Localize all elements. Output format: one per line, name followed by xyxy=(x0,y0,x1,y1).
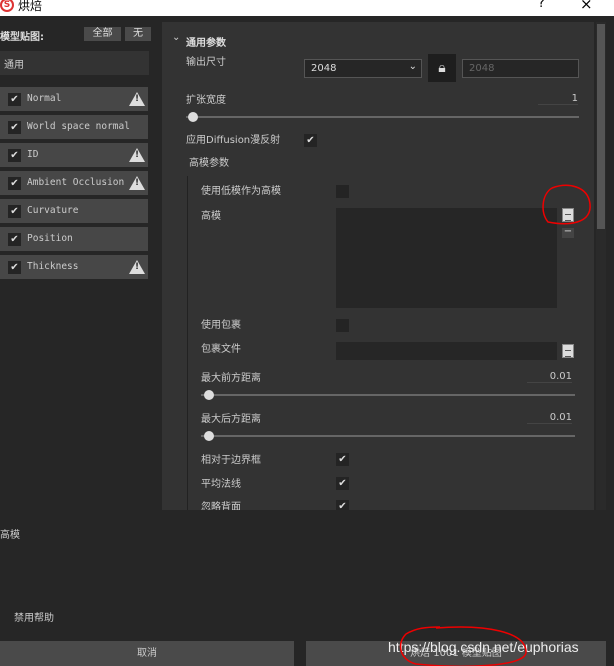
relative-bbox-label: 相对于边界框 xyxy=(201,455,261,466)
window-title: 烘焙 xyxy=(18,0,43,13)
map-item-normal[interactable]: ✔ Normal ! xyxy=(0,87,148,111)
max-rear-slider[interactable] xyxy=(201,435,575,437)
output-size-locked-field: 2048 xyxy=(462,59,579,78)
map-checkbox[interactable]: ✔ xyxy=(8,93,21,106)
dilation-slider-handle[interactable] xyxy=(188,112,198,122)
dilation-label: 扩张宽度 xyxy=(186,95,226,106)
warning-icon: ! xyxy=(129,260,145,274)
collapse-chevron-icon[interactable]: ⌄ xyxy=(172,32,180,43)
output-size-locked-value: 2048 xyxy=(469,63,495,74)
map-item-curvature[interactable]: ✔ Curvature xyxy=(0,199,148,223)
map-label: Position xyxy=(27,233,73,244)
red-annotation-circle xyxy=(399,626,527,666)
close-button[interactable]: × xyxy=(580,0,593,13)
max-front-slider-handle[interactable] xyxy=(204,390,214,400)
map-label: Thickness xyxy=(27,261,79,272)
cancel-button[interactable]: 取消 xyxy=(0,641,294,666)
dilation-value[interactable]: 1 xyxy=(538,93,578,105)
map-checkbox[interactable]: ✔ xyxy=(8,121,21,134)
dilation-slider[interactable] xyxy=(186,116,579,118)
cage-file-field[interactable] xyxy=(336,342,557,360)
map-checkbox[interactable]: ✔ xyxy=(8,177,21,190)
group-divider xyxy=(187,176,188,510)
lock-icon[interactable]: 🔒︎ xyxy=(428,54,456,82)
map-checkbox[interactable]: ✔ xyxy=(8,205,21,218)
map-item-position[interactable]: ✔ Position xyxy=(0,227,148,251)
use-low-as-high-checkbox[interactable] xyxy=(336,185,349,198)
map-label: ID xyxy=(27,149,39,160)
output-size-label: 输出尺寸 xyxy=(186,57,226,68)
model-maps-heading: 模型贴图: xyxy=(0,32,44,43)
app-logo-icon: S xyxy=(0,0,14,12)
highpoly-params-heading: 高模参数 xyxy=(189,158,229,169)
map-label: Normal xyxy=(27,93,62,104)
select-none-button[interactable]: 无 xyxy=(125,27,151,41)
map-checkbox[interactable]: ✔ xyxy=(8,261,21,274)
cage-file-browse-icon[interactable] xyxy=(562,344,574,358)
scrollbar[interactable] xyxy=(596,22,606,510)
warning-icon: ! xyxy=(129,148,145,162)
chevron-down-icon: ⌄ xyxy=(408,61,417,72)
cage-file-label: 包裹文件 xyxy=(201,344,241,355)
diffusion-label: 应用Diffusion漫反射 xyxy=(186,135,281,146)
map-item-world-space-normal[interactable]: ✔ World space normal xyxy=(0,115,148,139)
use-low-as-high-label: 使用低模作为高模 xyxy=(201,186,281,197)
max-front-label: 最大前方距离 xyxy=(201,373,261,384)
highpoly-file-list[interactable] xyxy=(336,208,557,308)
output-size-value: 2048 xyxy=(311,63,337,74)
select-all-button[interactable]: 全部 xyxy=(84,27,121,41)
map-item-id[interactable]: ✔ ID ! xyxy=(0,143,148,167)
group-label: 通用 xyxy=(4,60,24,71)
average-normals-checkbox[interactable]: ✔ xyxy=(336,477,349,490)
output-size-select[interactable]: 2048 ⌄ xyxy=(304,59,422,78)
section-common-params[interactable]: 通用参数 xyxy=(186,34,226,49)
max-front-slider[interactable] xyxy=(201,394,575,396)
map-checkbox[interactable]: ✔ xyxy=(8,233,21,246)
group-common[interactable]: 通用 xyxy=(0,51,149,75)
map-label: World space normal xyxy=(27,121,130,132)
ignore-backface-checkbox[interactable]: ✔ xyxy=(336,500,349,510)
map-label: Ambient Occlusion xyxy=(27,177,125,188)
help-title: 高模 xyxy=(0,530,20,541)
max-rear-label: 最大后方距离 xyxy=(201,414,261,425)
ignore-backface-label: 忽略背面 xyxy=(201,502,241,510)
max-rear-value[interactable]: 0.01 xyxy=(527,412,572,424)
red-annotation-circle xyxy=(542,184,591,225)
clipped-row: 忽略背面 ✔ xyxy=(162,497,594,510)
diffusion-checkbox[interactable]: ✔ xyxy=(304,134,317,147)
warning-icon: ! xyxy=(129,92,145,106)
disable-help-toggle[interactable]: 禁用帮助 xyxy=(14,609,54,624)
highpoly-label: 高模 xyxy=(201,211,221,222)
max-rear-slider-handle[interactable] xyxy=(204,431,214,441)
use-cage-label: 使用包裹 xyxy=(201,320,241,331)
max-front-value[interactable]: 0.01 xyxy=(527,371,572,383)
relative-bbox-checkbox[interactable]: ✔ xyxy=(336,453,349,466)
map-item-thickness[interactable]: ✔ Thickness ! xyxy=(0,255,148,279)
use-cage-checkbox[interactable] xyxy=(336,319,349,332)
warning-icon: ! xyxy=(129,176,145,190)
map-checkbox[interactable]: ✔ xyxy=(8,149,21,162)
help-button[interactable]: ? xyxy=(538,0,545,11)
map-label: Curvature xyxy=(27,205,79,216)
scrollbar-thumb[interactable] xyxy=(597,24,605,229)
title-bar: S 烘焙 ? × xyxy=(0,0,614,16)
average-normals-label: 平均法线 xyxy=(201,479,241,490)
map-item-ambient-occlusion[interactable]: ✔ Ambient Occlusion ! xyxy=(0,171,148,195)
